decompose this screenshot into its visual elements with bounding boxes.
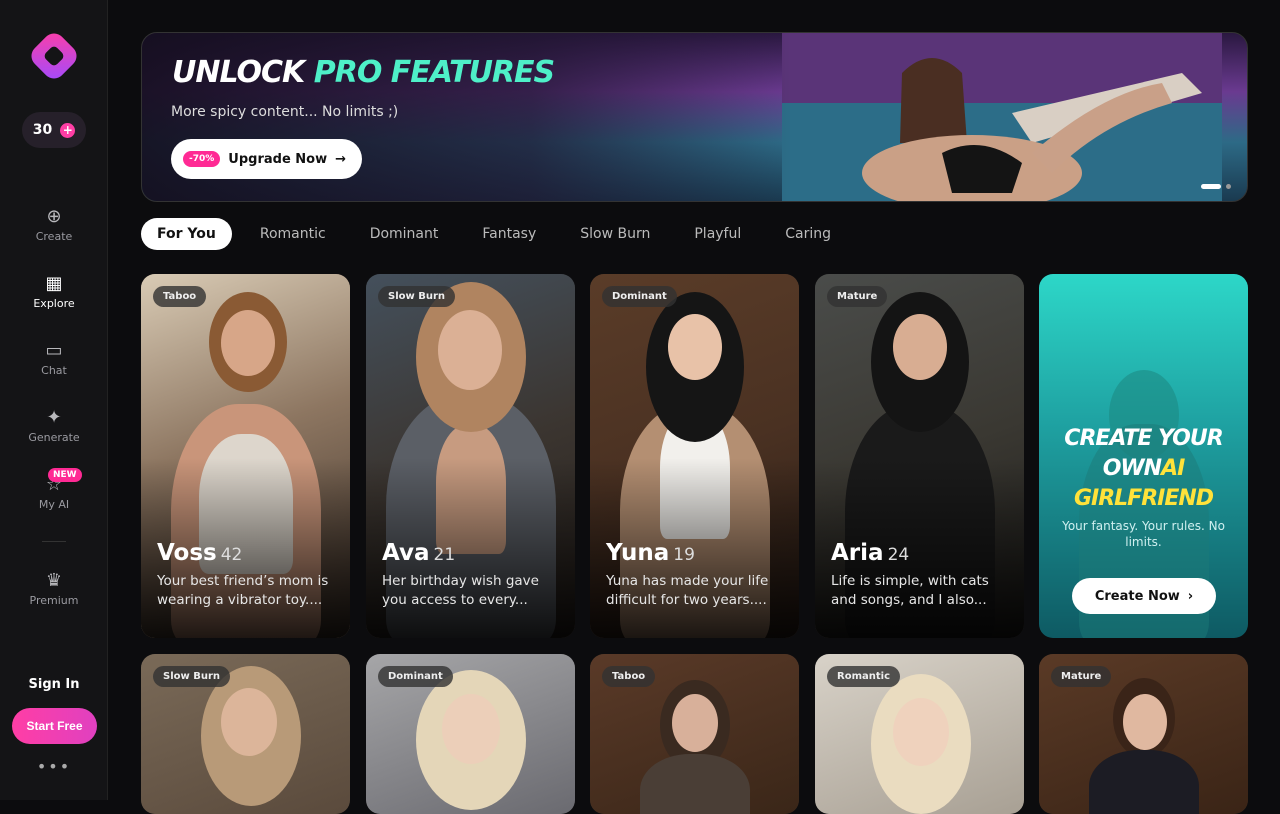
app-logo[interactable] bbox=[26, 28, 82, 84]
tab-playful[interactable]: Playful bbox=[678, 218, 757, 250]
card-tag: Mature bbox=[1051, 666, 1112, 687]
divider bbox=[42, 541, 66, 542]
banner-headline: UNLOCK PRO FEATURES bbox=[172, 55, 555, 90]
upgrade-now-button[interactable]: -70% Upgrade Now → bbox=[171, 139, 363, 179]
card-tag: Taboo bbox=[153, 286, 207, 307]
headline-part-1: UNLOCK bbox=[172, 55, 305, 90]
credits-value: 30 bbox=[32, 122, 53, 138]
upgrade-label: Upgrade Now bbox=[228, 151, 328, 167]
start-free-button[interactable]: Start Free bbox=[12, 708, 97, 744]
sidebar-item-label: Chat bbox=[41, 364, 67, 377]
card-name: Aria 24 bbox=[831, 540, 910, 566]
character-card[interactable]: Slow Burn Ava 21 Her birthday wish gave y… bbox=[366, 274, 575, 638]
sidebar-item-label: Premium bbox=[29, 594, 79, 607]
sidebar: 30 + ⊕ Create ▦ Explore ▭ Chat ✦ Generat… bbox=[0, 0, 108, 800]
character-card[interactable]: Dominant bbox=[366, 654, 575, 814]
card-tag: Dominant bbox=[378, 666, 453, 687]
new-badge: NEW bbox=[48, 468, 82, 482]
discount-badge: -70% bbox=[183, 151, 221, 167]
sidebar-item-label: Create bbox=[35, 230, 73, 243]
tab-romantic[interactable]: Romantic bbox=[244, 218, 342, 250]
card-name: Yuna 19 bbox=[606, 540, 695, 566]
character-card[interactable]: Slow Burn bbox=[141, 654, 350, 814]
chat-bubble-icon: ▭ bbox=[45, 340, 63, 361]
card-tag: Romantic bbox=[827, 666, 900, 687]
banner-subtitle: More spicy content... No limits ;) bbox=[171, 104, 399, 120]
sidebar-item-generate[interactable]: ✦ Generate bbox=[0, 407, 108, 444]
tab-caring[interactable]: Caring bbox=[769, 218, 847, 250]
sidebar-item-premium[interactable]: ♛ Premium bbox=[0, 570, 108, 607]
sidebar-item-explore[interactable]: ▦ Explore bbox=[0, 273, 108, 310]
character-card[interactable]: Taboo Voss 42 Your best friend’s mom is w… bbox=[141, 274, 350, 638]
card-name: Ava 21 bbox=[382, 540, 456, 566]
sidebar-item-create[interactable]: ⊕ Create bbox=[0, 206, 108, 243]
card-tag: Slow Burn bbox=[378, 286, 456, 307]
card-age: 19 bbox=[673, 545, 695, 565]
card-tag: Taboo bbox=[602, 666, 656, 687]
category-tabs: For You Romantic Dominant Fantasy Slow B… bbox=[141, 218, 859, 250]
character-card[interactable]: Dominant Yuna 19 Yuna has made your life … bbox=[590, 274, 799, 638]
card-age: 21 bbox=[433, 545, 456, 565]
chevron-right-icon: › bbox=[1187, 588, 1194, 604]
credits-counter[interactable]: 30 + bbox=[22, 112, 86, 148]
card-tag: Dominant bbox=[602, 286, 677, 307]
card-age: 42 bbox=[220, 545, 243, 565]
create-now-label: Create Now bbox=[1094, 588, 1180, 604]
tab-slow-burn[interactable]: Slow Burn bbox=[564, 218, 666, 250]
carousel-dot[interactable] bbox=[1226, 184, 1231, 189]
tab-fantasy[interactable]: Fantasy bbox=[466, 218, 552, 250]
character-card[interactable]: Mature bbox=[1039, 654, 1248, 814]
card-description: Her birthday wish gave you access to eve… bbox=[382, 573, 539, 608]
carousel-dot-active[interactable] bbox=[1201, 184, 1221, 189]
create-ai-promo-card[interactable]: CREATE YOUR OWNAI GIRLFRIEND Your fantas… bbox=[1039, 274, 1248, 638]
promo-banner[interactable]: UNLOCK PRO FEATURES More spicy content..… bbox=[141, 32, 1248, 202]
card-age: 24 bbox=[887, 545, 910, 565]
tab-for-you[interactable]: For You bbox=[141, 218, 232, 250]
more-icon[interactable]: ••• bbox=[0, 757, 108, 776]
card-tag: Slow Burn bbox=[153, 666, 231, 687]
arrow-right-icon: → bbox=[335, 151, 347, 167]
headline-part-2: PRO FEATURES bbox=[313, 55, 555, 90]
promo-subtitle: Your fantasy. Your rules. No limits. bbox=[1062, 519, 1225, 549]
card-name: Voss 42 bbox=[157, 540, 243, 566]
sidebar-item-label: My AI bbox=[38, 498, 70, 511]
map-icon: ▦ bbox=[45, 273, 63, 294]
plus-circle-icon: ⊕ bbox=[46, 206, 62, 227]
card-description: Yuna has made your life difficult for tw… bbox=[606, 573, 769, 608]
character-card[interactable]: Romantic bbox=[815, 654, 1024, 814]
card-description: Your best friend’s mom is wearing a vibr… bbox=[157, 573, 329, 608]
plus-icon: + bbox=[60, 122, 76, 138]
banner-model-image bbox=[782, 33, 1222, 201]
card-tag: Mature bbox=[827, 286, 888, 307]
sidebar-item-chat[interactable]: ▭ Chat bbox=[0, 340, 108, 377]
character-card[interactable]: Taboo bbox=[590, 654, 799, 814]
trophy-icon: ♛ bbox=[45, 570, 63, 591]
sidebar-item-label: Explore bbox=[33, 297, 75, 310]
create-now-button[interactable]: Create Now › bbox=[1072, 578, 1216, 614]
tab-dominant[interactable]: Dominant bbox=[354, 218, 455, 250]
character-card[interactable]: Mature Aria 24 Life is simple, with cats … bbox=[815, 274, 1024, 638]
sign-in-link[interactable]: Sign In bbox=[0, 677, 108, 692]
sidebar-item-label: Generate bbox=[28, 431, 80, 444]
promo-title: CREATE YOUR OWNAI GIRLFRIEND bbox=[1064, 426, 1223, 511]
card-description: Life is simple, with cats and songs, and… bbox=[831, 573, 989, 608]
carousel-dots[interactable] bbox=[1201, 184, 1231, 189]
sparkles-icon: ✦ bbox=[46, 407, 62, 428]
